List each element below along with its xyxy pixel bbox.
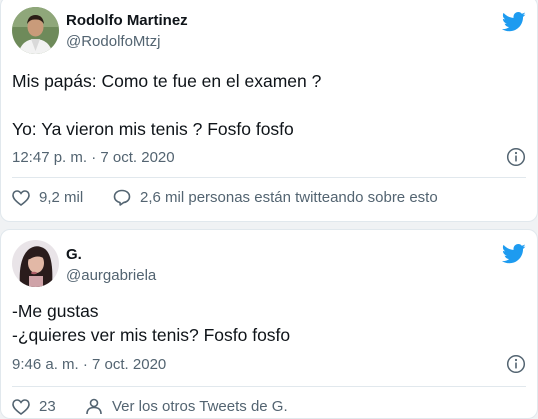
avatar[interactable] [12,240,59,287]
tweet-card[interactable]: Rodolfo Martinez @RodolfoMtzj Mis papás:… [0,0,538,222]
tweet-text-line: Mis papás: Como te fue en el examen ? [12,71,322,91]
tweet-text-line: -Me gustas [12,301,99,321]
divider [12,386,526,387]
activity-link[interactable]: 2,6 mil personas están twitteando sobre … [113,189,438,206]
speech-bubble-icon [113,189,131,206]
tweet-timestamp[interactable]: 9:46 a. m. · 7 oct. 2020 [12,356,166,373]
more-tweets-link[interactable]: Ver los otros Tweets de G. [85,398,288,415]
more-tweets-text: Ver los otros Tweets de G. [112,398,288,415]
divider [12,177,526,178]
info-icon[interactable] [506,147,526,167]
author-handle[interactable]: @RodolfoMtzj [66,33,160,50]
tweet-text-line: Yo: Ya vieron mis tenis ? Fosfo fosfo [12,119,294,139]
activity-text: 2,6 mil personas están twitteando sobre … [140,189,438,206]
like-action[interactable]: 9,2 mil [12,189,83,206]
like-count: 9,2 mil [39,189,84,206]
tweet-text-line: -¿quieres ver mis tenis? Fosfo fosfo [12,325,291,345]
heart-icon [12,189,30,206]
like-count: 23 [39,398,56,415]
tweet-card[interactable]: G. @aurgabriela -Me gustas -¿quieres ver… [0,229,538,419]
twitter-bird-icon[interactable] [502,244,526,264]
author-handle[interactable]: @aurgabriela [66,267,156,284]
like-action[interactable]: 23 [12,398,56,415]
twitter-bird-icon[interactable] [502,12,526,32]
author-name[interactable]: G. [66,246,82,263]
avatar[interactable] [12,7,59,54]
tweet-timestamp[interactable]: 12:47 p. m. · 7 oct. 2020 [12,149,175,166]
heart-icon [12,398,30,415]
person-icon [86,398,102,415]
info-icon[interactable] [506,354,526,374]
author-name[interactable]: Rodolfo Martinez [66,12,188,29]
